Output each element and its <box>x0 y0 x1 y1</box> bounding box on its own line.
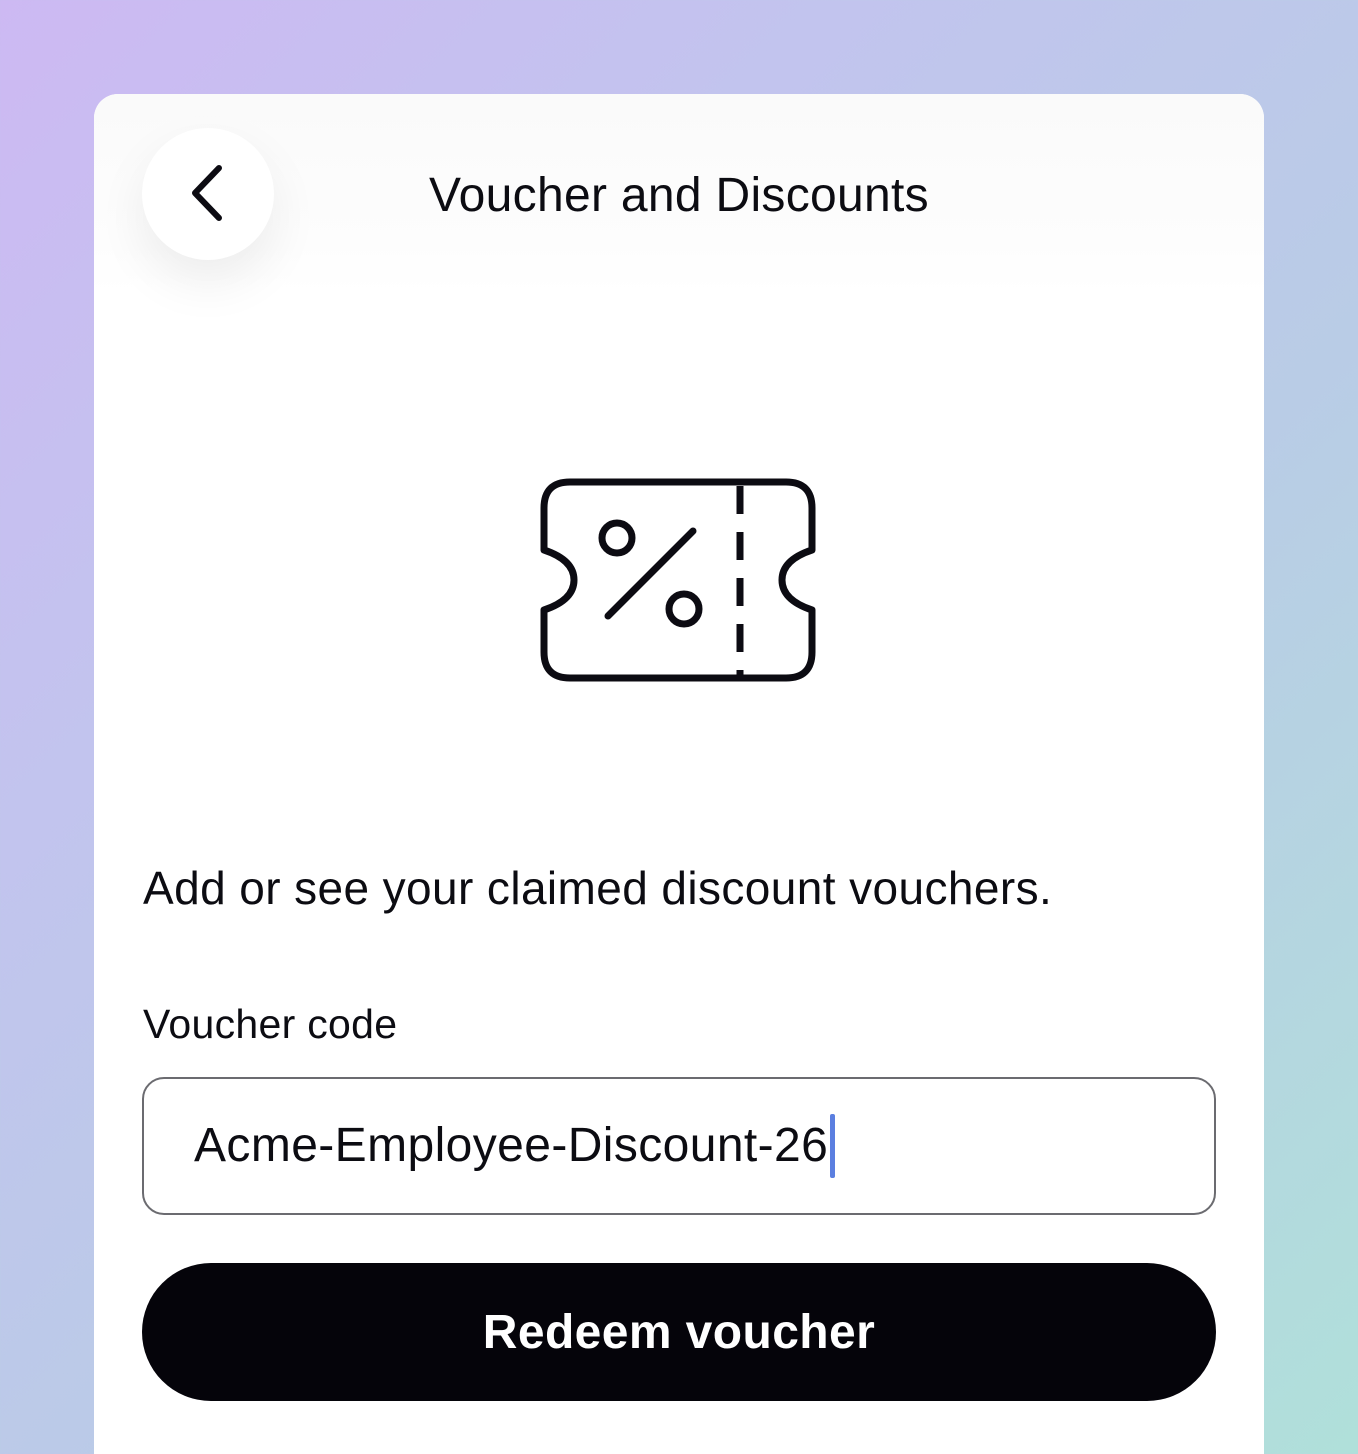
text-caret <box>830 1114 836 1178</box>
description-text: Add or see your claimed discount voucher… <box>143 862 1053 914</box>
page-title: Voucher and Discounts <box>429 169 929 222</box>
redeem-voucher-button[interactable]: Redeem voucher <box>142 1263 1216 1401</box>
chevron-left-icon <box>185 162 231 226</box>
voucher-code-label: Voucher code <box>143 1001 398 1047</box>
discount-ticket-icon <box>540 478 816 682</box>
voucher-code-value: Acme-Employee-Discount-26 <box>194 1119 829 1172</box>
header: Voucher and Discounts <box>94 94 1264 294</box>
voucher-card: Voucher and Discounts Add or see your cl… <box>94 94 1264 1454</box>
back-button[interactable] <box>142 128 274 260</box>
redeem-voucher-label: Redeem voucher <box>482 1305 876 1359</box>
voucher-code-input[interactable]: Acme-Employee-Discount-26 <box>142 1077 1216 1215</box>
